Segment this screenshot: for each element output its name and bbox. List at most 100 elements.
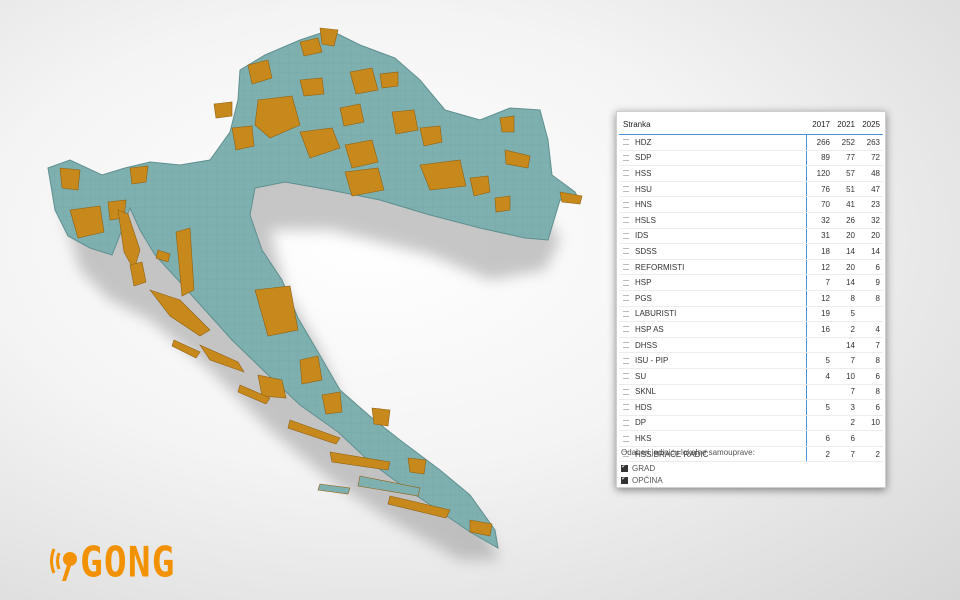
table-row[interactable]: HSU 76 51 47 — [619, 181, 883, 198]
party-name-cell: ISU - PIP — [619, 353, 807, 368]
header-2021[interactable]: 2021 — [832, 120, 857, 129]
party-name: HKS — [635, 434, 652, 444]
table-row[interactable]: HDS 5 3 6 — [619, 400, 883, 416]
value-2025: 4 — [875, 324, 880, 334]
expand-icon[interactable] — [623, 279, 629, 286]
slicer-option-opcina[interactable]: OPĆINA — [621, 474, 755, 486]
value-2025: 72 — [871, 153, 880, 163]
table-row[interactable]: HDZ 266 252 263 — [619, 135, 883, 151]
table-row[interactable]: SDP 89 77 72 — [619, 150, 883, 167]
table-row[interactable]: HNS 70 41 23 — [619, 197, 883, 213]
table-row[interactable]: DHSS 14 7 — [619, 337, 883, 354]
expand-icon[interactable] — [623, 373, 629, 380]
value-2017: 6 — [825, 434, 830, 444]
value-2017: 70 — [821, 200, 830, 210]
table-row[interactable]: SDSS 18 14 14 — [619, 244, 883, 260]
expand-icon[interactable] — [623, 342, 629, 349]
party-name: HSU — [635, 184, 652, 194]
party-name-cell: HDS — [619, 400, 807, 415]
opcina-checkbox[interactable] — [621, 474, 628, 484]
header-2017[interactable]: 2017 — [807, 120, 832, 129]
value-2025: 8 — [875, 356, 880, 366]
expand-icon[interactable] — [623, 201, 629, 208]
party-name: SU — [635, 371, 647, 381]
party-name: HSP AS — [635, 324, 664, 334]
value-2021: 5 — [850, 309, 855, 319]
table-row[interactable]: LABURISTI 19 5 — [619, 306, 883, 323]
expand-icon[interactable] — [623, 310, 629, 317]
table-row[interactable]: SU 4 10 6 — [619, 368, 883, 385]
table-row[interactable]: SKNL 7 8 — [619, 384, 883, 401]
value-2017: 7 — [825, 278, 830, 288]
value-2025: 263 — [866, 137, 880, 147]
header-2025[interactable]: 2025 — [857, 120, 882, 129]
value-2025: 20 — [871, 231, 880, 241]
expand-icon[interactable] — [623, 326, 629, 333]
expand-icon[interactable] — [623, 217, 629, 224]
party-name-cell: IDS — [619, 228, 807, 244]
expand-icon[interactable] — [623, 388, 629, 395]
expand-icon[interactable] — [623, 154, 629, 161]
party-name-cell: HSS — [619, 166, 807, 181]
expand-icon[interactable] — [623, 186, 629, 193]
table-row[interactable]: ISU - PIP 5 7 8 — [619, 353, 883, 369]
gong-logo-text: GONG — [80, 537, 176, 587]
expand-icon[interactable] — [623, 404, 629, 411]
value-2021: 14 — [846, 246, 855, 256]
expand-icon[interactable] — [623, 139, 629, 146]
table-row[interactable]: HSLS 32 26 32 — [619, 212, 883, 229]
expand-icon[interactable] — [623, 357, 629, 364]
slicer-option-grad[interactable]: GRAD — [621, 462, 755, 474]
table-row[interactable]: HSP AS 16 2 4 — [619, 322, 883, 338]
party-name-cell: DP — [619, 415, 807, 431]
value-2025: 9 — [875, 278, 880, 288]
party-name-cell: HNS — [619, 197, 807, 212]
value-2021: 8 — [850, 293, 855, 303]
expand-icon[interactable] — [623, 232, 629, 239]
value-2021: 20 — [846, 231, 855, 241]
party-name: IDS — [635, 231, 649, 241]
value-2021: 2 — [850, 418, 855, 428]
opcina-label: OPĆINA — [632, 475, 663, 485]
value-2025: 7 — [875, 340, 880, 350]
value-2025: 14 — [871, 246, 880, 256]
party-name: HSS — [635, 168, 652, 178]
table-row[interactable]: REFORMISTI 12 20 6 — [619, 259, 883, 276]
expand-icon[interactable] — [623, 295, 629, 302]
slicer-title: Odaberi jedinicu lokalne samouprave: — [621, 448, 755, 457]
table-row[interactable]: HSP 7 14 9 — [619, 275, 883, 291]
party-table-panel: Stranka 2017 2021 2025 HDZ 266 252 263 SDP 89… — [616, 111, 886, 488]
value-2025: 6 — [875, 402, 880, 412]
header-stranka[interactable]: Stranka — [619, 114, 807, 134]
gong-logo-icon — [50, 548, 77, 581]
party-name-cell: HKS — [619, 431, 807, 446]
expand-icon[interactable] — [623, 248, 629, 255]
value-2025: 2 — [875, 449, 880, 459]
table-row[interactable]: PGS 12 8 8 — [619, 290, 883, 307]
table-row[interactable]: DP 2 10 — [619, 415, 883, 432]
value-2017: 266 — [816, 137, 830, 147]
party-name: REFORMISTI — [635, 262, 685, 272]
value-2017: 12 — [821, 262, 830, 272]
croatia-map[interactable] — [0, 0, 600, 600]
expand-icon[interactable] — [623, 419, 629, 426]
value-2017: 120 — [816, 168, 830, 178]
value-2021: 26 — [846, 215, 855, 225]
expand-icon[interactable] — [623, 264, 629, 271]
party-name-cell: SDSS — [619, 244, 807, 259]
value-2017: 4 — [825, 371, 830, 381]
party-name: PGS — [635, 293, 652, 303]
value-2021: 7 — [850, 387, 855, 397]
value-2017: 5 — [825, 356, 830, 366]
expand-icon[interactable] — [623, 435, 629, 442]
table-row[interactable]: HKS 6 6 — [619, 431, 883, 447]
grad-checkbox[interactable] — [621, 462, 628, 472]
grad-label: GRAD — [632, 463, 656, 473]
party-name: HNS — [635, 200, 652, 210]
value-2017: 76 — [821, 184, 830, 194]
party-table[interactable]: Stranka 2017 2021 2025 HDZ 266 252 263 SDP 89… — [619, 114, 883, 463]
expand-icon[interactable] — [623, 170, 629, 177]
table-row[interactable]: IDS 31 20 20 — [619, 228, 883, 245]
table-row[interactable]: HSS 120 57 48 — [619, 166, 883, 182]
value-2021: 252 — [841, 137, 855, 147]
